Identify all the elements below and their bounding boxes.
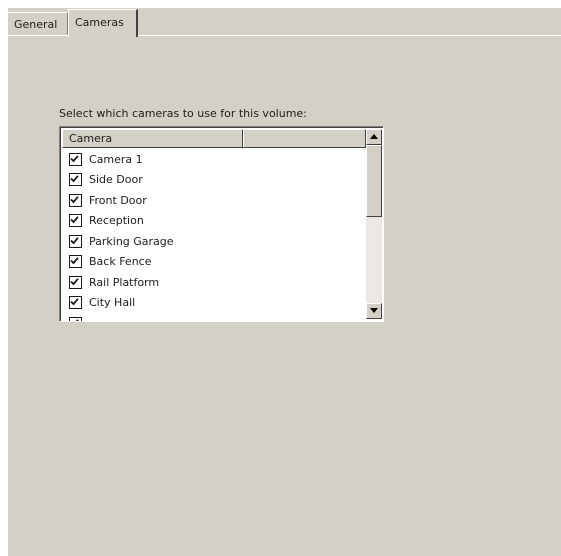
tab-cameras[interactable]: Cameras xyxy=(68,9,138,37)
list-item[interactable] xyxy=(62,313,366,321)
camera-checkbox[interactable] xyxy=(69,275,82,289)
list-item[interactable]: Camera 1 xyxy=(62,149,366,170)
list-item[interactable]: Side Door xyxy=(62,170,366,191)
column-header-blank[interactable] xyxy=(243,129,366,148)
camera-rows: Camera 1 Side Door Front Door Reception … xyxy=(62,149,366,321)
checkmark-icon xyxy=(70,257,79,265)
camera-name: Reception xyxy=(89,214,144,228)
vertical-scrollbar[interactable] xyxy=(366,129,382,319)
scroll-up-button[interactable] xyxy=(366,129,382,145)
checkmark-icon xyxy=(70,298,79,306)
checkmark-icon xyxy=(70,216,79,224)
checkmark-icon xyxy=(70,277,79,286)
camera-list[interactable]: Camera Camera 1 Side Door Front Door Rec… xyxy=(59,126,384,322)
camera-selection-prompt: Select which cameras to use for this vol… xyxy=(59,107,307,120)
checkmark-icon xyxy=(70,175,79,183)
checkmark-icon xyxy=(70,154,79,163)
list-item[interactable]: City Hall xyxy=(62,293,366,314)
tab-strip: General Cameras xyxy=(8,8,561,37)
list-header: Camera xyxy=(62,129,366,148)
camera-name: Camera 1 xyxy=(89,152,143,166)
checkmark-icon xyxy=(75,318,79,321)
camera-checkbox[interactable] xyxy=(69,214,82,228)
camera-name: City Hall xyxy=(89,296,136,310)
arrow-down-icon xyxy=(370,308,378,313)
camera-checkbox[interactable] xyxy=(69,296,82,310)
scroll-thumb[interactable] xyxy=(366,145,382,217)
camera-checkbox[interactable] xyxy=(69,152,82,166)
checkmark-icon xyxy=(70,236,79,245)
camera-name: Side Door xyxy=(89,173,143,187)
list-item[interactable]: Parking Garage xyxy=(62,231,366,252)
list-item[interactable]: Rail Platform xyxy=(62,272,366,293)
column-header-camera[interactable]: Camera xyxy=(62,129,243,148)
camera-name: Front Door xyxy=(89,193,147,207)
camera-name: Parking Garage xyxy=(89,234,174,248)
tab-general[interactable]: General xyxy=(8,12,68,35)
properties-dialog: General Cameras Select which cameras to … xyxy=(8,8,561,556)
list-item[interactable]: Front Door xyxy=(62,190,366,211)
camera-name: Rail Platform xyxy=(89,275,160,289)
checkmark-icon xyxy=(70,195,79,204)
scroll-down-button[interactable] xyxy=(366,303,382,319)
camera-name: Back Fence xyxy=(89,255,152,269)
camera-checkbox[interactable] xyxy=(69,316,82,321)
camera-checkbox[interactable] xyxy=(69,255,82,269)
arrow-up-icon xyxy=(370,134,378,139)
list-item[interactable]: Reception xyxy=(62,211,366,232)
camera-checkbox[interactable] xyxy=(69,234,82,248)
list-item[interactable]: Back Fence xyxy=(62,252,366,273)
camera-checkbox[interactable] xyxy=(69,173,82,187)
camera-checkbox[interactable] xyxy=(69,193,82,207)
